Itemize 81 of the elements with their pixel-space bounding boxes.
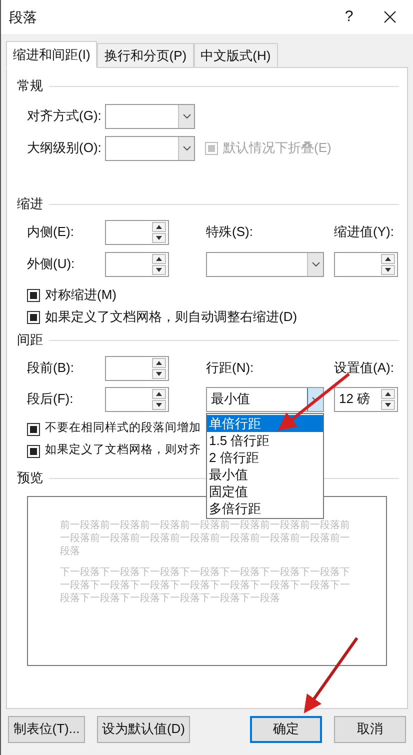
dialog-button[interactable]: 设为默认值(D): [97, 716, 190, 742]
up-triangle-icon: [156, 392, 162, 396]
spin-up-button[interactable]: [152, 222, 166, 232]
dropdown-option[interactable]: 1.5 倍行距: [207, 432, 323, 448]
spin-up-button[interactable]: [381, 388, 395, 398]
up-triangle-icon: [156, 360, 162, 364]
dropdown-option[interactable]: 单倍行距: [207, 414, 323, 432]
dialog-button[interactable]: 取消: [334, 716, 406, 742]
spin-field[interactable]: 12 磅: [334, 386, 398, 412]
up-triangle-icon: [385, 392, 391, 396]
field-label: 大纲级别(O):: [27, 139, 102, 158]
close-icon: [384, 11, 396, 23]
dialog-button[interactable]: 制表位(T)...: [8, 716, 85, 742]
dropdown-option[interactable]: 多倍行距: [207, 500, 323, 516]
field-label: 内侧(E):: [27, 223, 75, 242]
spin-down-button[interactable]: [152, 368, 166, 378]
field-label: 对齐方式(G):: [27, 107, 102, 126]
down-triangle-icon: [385, 268, 391, 272]
tab[interactable]: 缩进和间距(I): [6, 41, 98, 68]
tab[interactable]: 中文版式(H): [194, 43, 278, 68]
checkbox-label: 如果定义了文档网格，则对齐: [45, 442, 201, 458]
spin-up-button[interactable]: [152, 254, 166, 264]
checkbox-label: 不要在相同样式的段落间增加: [45, 420, 201, 436]
dropdown-field[interactable]: 最小值: [206, 386, 324, 412]
down-triangle-icon: [156, 268, 162, 272]
checkbox[interactable]: [27, 310, 40, 324]
checkbox-label: 默认情况下折叠(E): [223, 139, 332, 158]
field-label: 段后(F):: [27, 390, 74, 408]
field-label: 外侧(U):: [27, 255, 76, 274]
field-label: 行距(N):: [206, 359, 255, 378]
dropdown-button[interactable]: [178, 136, 194, 160]
spin-down-button[interactable]: [381, 264, 395, 274]
chevron-down-icon: [182, 114, 190, 118]
spin-field[interactable]: [105, 220, 169, 244]
dropdown-field[interactable]: [105, 104, 195, 128]
section-title: 缩进: [17, 195, 43, 214]
up-triangle-icon: [385, 256, 391, 260]
up-triangle-icon: [156, 224, 162, 228]
up-triangle-icon: [156, 256, 162, 260]
preview-text: 前一段落前一段落前一段落前一段落前一段落前一段落前一段落前一段落前一段落前一段落前一段落前一段落前一段落前一段落前一段落: [60, 519, 351, 558]
preview-text: 下一段落下一段落下一段落下一段落下一段落下一段落下一段落下一段落下一段落下一段落下一段落下一段落下一段落下一段落下一段落下一段落下一段落下一段落下一段落下一段落: [60, 566, 351, 605]
dropdown-button[interactable]: [178, 104, 194, 128]
spin-down-button[interactable]: [381, 400, 395, 410]
section-title: 间距: [17, 331, 43, 350]
spin-up-button[interactable]: [152, 388, 166, 398]
spin-down-button[interactable]: [152, 400, 166, 410]
checkbox-label: 如果定义了文档网格，则自动调整右缩进(D): [45, 308, 298, 326]
section-title: 常规: [17, 77, 43, 96]
dropdown-option[interactable]: 固定值: [207, 482, 323, 500]
help-button[interactable]: ?: [331, 2, 367, 32]
spin-field[interactable]: [105, 386, 169, 412]
field-label: 设置值(A):: [334, 359, 395, 378]
spin-up-button[interactable]: [152, 358, 166, 368]
chevron-down-icon: [312, 262, 320, 266]
down-triangle-icon: [156, 372, 162, 376]
down-triangle-icon: [385, 402, 391, 406]
checkbox[interactable]: [27, 288, 40, 302]
spin-down-button[interactable]: [152, 232, 166, 242]
field-label: 特殊(S):: [206, 223, 254, 242]
window-title: 段落: [9, 8, 38, 26]
checkbox[interactable]: [27, 422, 40, 436]
field-label: 段前(B):: [27, 359, 75, 378]
field-label: 缩进值(Y):: [334, 223, 395, 242]
spin-up-button[interactable]: [381, 254, 395, 264]
dropdown-option[interactable]: 最小值: [207, 466, 323, 482]
spin-down-button[interactable]: [152, 264, 166, 274]
chevron-down-icon: [182, 146, 190, 150]
dropdown-option[interactable]: 2 倍行距: [207, 448, 323, 466]
dropdown-field[interactable]: [206, 252, 324, 276]
checkbox-label: 对称缩进(M): [45, 286, 116, 304]
dropdown-field[interactable]: [105, 136, 195, 160]
tab[interactable]: 换行和分页(P): [97, 43, 194, 68]
down-triangle-icon: [156, 402, 162, 406]
down-triangle-icon: [156, 236, 162, 240]
spin-field[interactable]: [105, 356, 169, 380]
section-title: 预览: [17, 469, 43, 488]
spin-field[interactable]: [105, 252, 169, 276]
dropdown-button[interactable]: [307, 252, 323, 276]
spin-field[interactable]: [334, 252, 398, 276]
dialog-button[interactable]: 确定: [250, 716, 322, 742]
checkbox[interactable]: [27, 444, 40, 458]
